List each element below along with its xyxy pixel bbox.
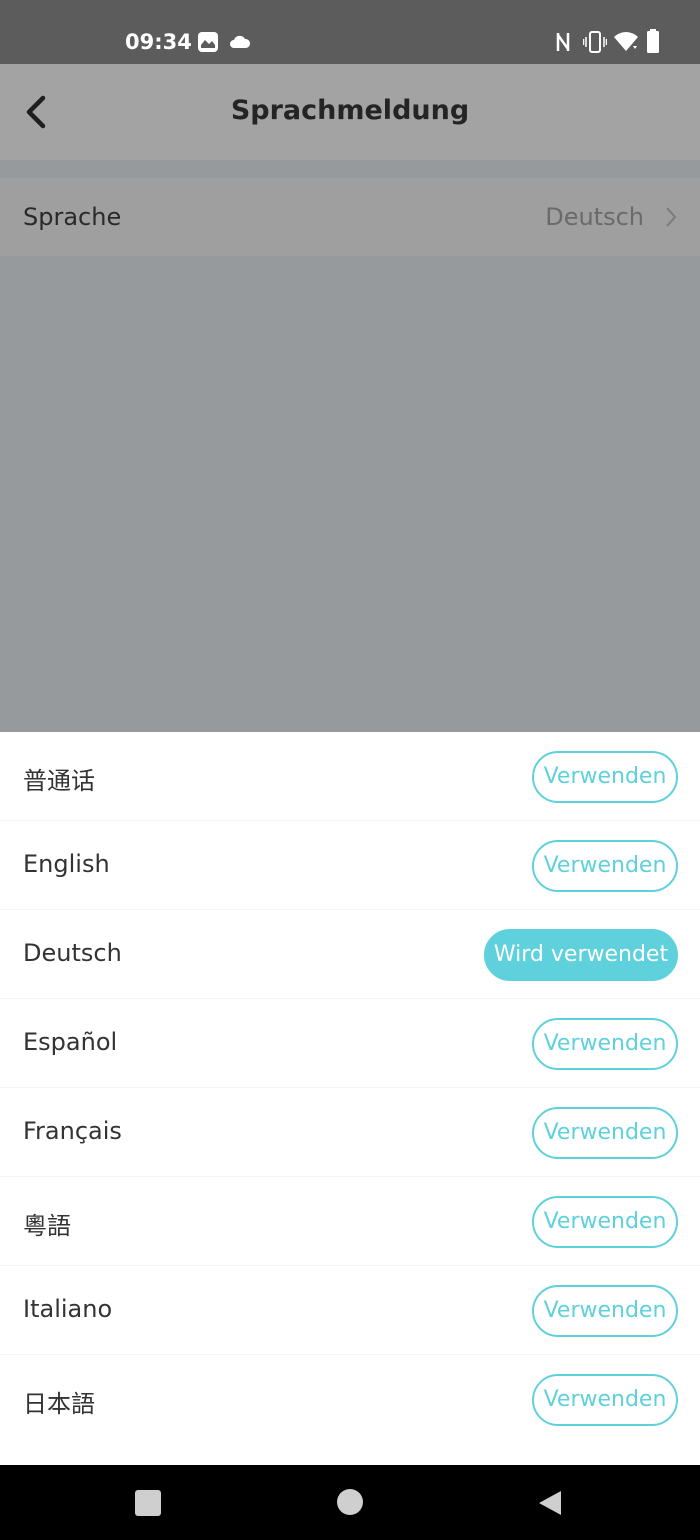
setting-label: Sprache (23, 203, 122, 231)
use-button[interactable]: Verwenden (532, 751, 678, 803)
list-item: English Verwenden (0, 821, 700, 910)
language-name: 粵語 (23, 1212, 71, 1240)
list-item: Deutsch Wird verwendet (0, 910, 700, 999)
language-name: English (23, 850, 110, 878)
in-use-button[interactable]: Wird verwendet (484, 929, 678, 981)
wifi-icon (614, 32, 638, 51)
recent-apps-icon[interactable] (135, 1490, 161, 1516)
list-item: 粵語 Verwenden (0, 1177, 700, 1266)
nfc-icon (556, 33, 570, 51)
status-bar: 09:34 (0, 0, 700, 64)
page-title: Sprachmeldung (230, 95, 470, 126)
language-name: 普通话 (23, 767, 95, 795)
setting-value: Deutsch (545, 203, 644, 231)
language-name: Deutsch (23, 939, 122, 967)
list-item: Français Verwenden (0, 1088, 700, 1177)
battery-icon (647, 29, 659, 53)
gallery-icon (198, 32, 218, 52)
use-button[interactable]: Verwenden (532, 1285, 678, 1337)
chevron-right-icon (666, 207, 677, 227)
language-setting-row[interactable]: Sprache Deutsch (0, 178, 700, 256)
use-button[interactable]: Verwenden (532, 1196, 678, 1248)
language-sheet: 普通话 Verwenden English Verwenden Deutsch … (0, 732, 700, 1465)
language-name: Français (23, 1117, 122, 1145)
list-item: Español Verwenden (0, 999, 700, 1088)
use-button[interactable]: Verwenden (532, 840, 678, 892)
list-item: 日本語 Verwenden (0, 1355, 700, 1444)
cloud-icon (230, 35, 251, 48)
use-button[interactable]: Verwenden (532, 1107, 678, 1159)
list-item: 普通话 Verwenden (0, 732, 700, 821)
back-icon[interactable] (535, 1488, 565, 1518)
list-item: Italiano Verwenden (0, 1266, 700, 1355)
vibrate-icon (583, 31, 607, 53)
language-name: Español (23, 1028, 118, 1056)
use-button[interactable]: Verwenden (532, 1018, 678, 1070)
navigation-bar (0, 1465, 700, 1540)
language-name: Italiano (23, 1295, 113, 1323)
app-bar: Sprachmeldung (0, 64, 700, 160)
use-button[interactable]: Verwenden (532, 1374, 678, 1426)
status-time: 09:34 (125, 30, 192, 54)
language-name: 日本語 (23, 1390, 95, 1418)
home-icon[interactable] (337, 1489, 363, 1515)
